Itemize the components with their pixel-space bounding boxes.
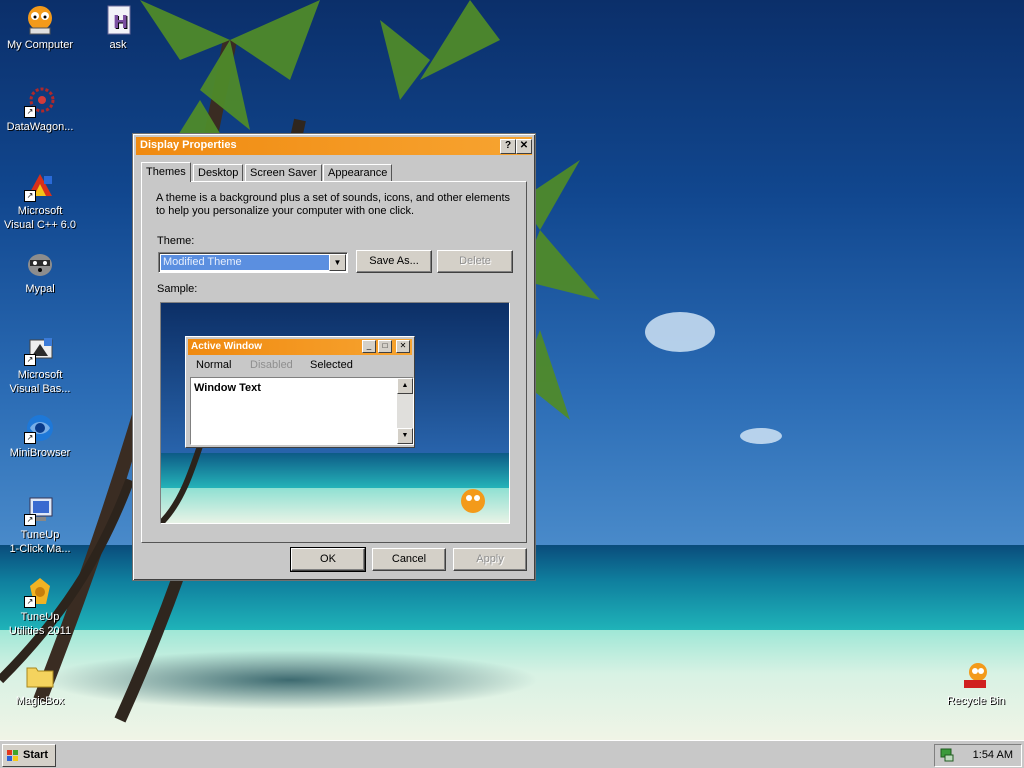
desktop-icon-my-computer[interactable]: My Computer	[0, 4, 80, 52]
desktop-icon-minibrowser[interactable]: ↗ MiniBrowser	[0, 412, 80, 460]
raccoon-icon	[24, 248, 56, 280]
desktop-icon-visual-basic[interactable]: ↗ Microsoft Visual Bas...	[0, 334, 80, 396]
desktop-icon-label: DataWagon...	[6, 121, 74, 133]
theme-select-value: Modified Theme	[161, 255, 331, 270]
visual-cpp-icon: ↗	[24, 170, 56, 202]
network-icon[interactable]	[939, 747, 955, 763]
datawagon-icon: ↗	[24, 86, 56, 118]
cancel-button[interactable]: Cancel	[372, 548, 446, 571]
help-button[interactable]: ?	[500, 139, 516, 154]
desktop-icon-mypal[interactable]: Mypal	[0, 248, 80, 296]
theme-select[interactable]: Modified Theme ▼	[158, 252, 348, 273]
close-icon: ✕	[396, 340, 410, 353]
theme-sample-preview: Active Window _ □ ✕ Normal Disabled Sele…	[160, 302, 510, 524]
tab-screen-saver[interactable]: Screen Saver	[245, 164, 322, 181]
display-properties-window: Display Properties ? ✕ Themes Desktop Sc…	[132, 133, 536, 581]
shortcut-arrow-icon: ↗	[24, 432, 36, 444]
desktop-icon-ask[interactable]: H ask	[78, 4, 158, 52]
sample-menu-disabled: Disabled	[250, 359, 293, 371]
windows-flag-icon	[7, 750, 18, 761]
shortcut-arrow-icon: ↗	[24, 514, 36, 526]
delete-button[interactable]: Delete	[437, 250, 513, 273]
taskbar: Start 1:54 AM	[0, 740, 1024, 768]
start-button[interactable]: Start	[2, 744, 56, 767]
theme-label: Theme:	[157, 235, 195, 247]
desktop-icon-datawagon[interactable]: ↗ DataWagon...	[0, 86, 80, 134]
tuneup-monitor-icon: ↗	[24, 494, 56, 526]
minimize-icon: _	[362, 340, 376, 353]
tab-themes[interactable]: Themes	[141, 162, 191, 182]
h-document-icon: H	[102, 4, 134, 36]
tuneup-utilities-icon: ↗	[24, 576, 56, 608]
start-label: Start	[23, 749, 49, 761]
scroll-up-icon: ▲	[397, 378, 413, 394]
chevron-down-icon[interactable]: ▼	[329, 254, 346, 271]
sample-active-window: Active Window _ □ ✕ Normal Disabled Sele…	[185, 336, 415, 448]
window-titlebar[interactable]: Display Properties ? ✕	[136, 137, 532, 155]
globe-icon: ↗	[24, 412, 56, 444]
desktop-icon-label: Microsoft Visual Bas...	[9, 369, 71, 395]
system-tray: 1:54 AM	[934, 744, 1022, 767]
garfield-computer-icon	[24, 4, 56, 36]
clock[interactable]: 1:54 AM	[973, 749, 1013, 761]
shortcut-arrow-icon: ↗	[24, 596, 36, 608]
desktop-icon-tuneup-utilities[interactable]: ↗ TuneUp Utilities 2011	[0, 576, 80, 638]
shortcut-arrow-icon: ↗	[24, 106, 36, 118]
sample-window-text-area: Window Text ▲ ▼	[190, 377, 414, 445]
desktop-icon-label: TuneUp Utilities 2011	[8, 611, 72, 637]
shortcut-arrow-icon: ↗	[24, 354, 36, 366]
garfield-recycle-icon	[960, 660, 992, 692]
shortcut-arrow-icon: ↗	[24, 190, 36, 202]
scroll-down-icon: ▼	[397, 428, 413, 444]
sample-window-text: Window Text	[194, 382, 261, 394]
apply-button[interactable]: Apply	[453, 548, 527, 571]
desktop-icon-label: TuneUp 1-Click Ma...	[9, 529, 71, 555]
sample-menu-selected: Selected	[310, 359, 353, 371]
maximize-icon: □	[378, 340, 392, 353]
desktop-icon-visual-cpp[interactable]: ↗ Microsoft Visual C++ 6.0	[0, 170, 80, 232]
desktop-icon-label: Mypal	[25, 283, 55, 295]
desktop-icon-recycle-bin[interactable]: Recycle Bin	[936, 660, 1016, 708]
save-as-button[interactable]: Save As...	[356, 250, 432, 273]
window-title: Display Properties	[140, 139, 237, 151]
close-button[interactable]: ✕	[516, 139, 532, 154]
desktop-icon-tuneup-1-click[interactable]: ↗ TuneUp 1-Click Ma...	[0, 494, 80, 556]
sample-menu-normal: Normal	[196, 359, 232, 371]
ok-button[interactable]: OK	[290, 547, 366, 572]
desktop-icon-label: ask	[109, 39, 127, 51]
visual-basic-icon: ↗	[24, 334, 56, 366]
desktop-icon-label: MiniBrowser	[9, 447, 71, 459]
desktop-icon-label: Recycle Bin	[946, 695, 1006, 707]
folder-icon	[24, 660, 56, 692]
desktop-icon-label: My Computer	[6, 39, 74, 51]
sample-scrollbar: ▲ ▼	[397, 378, 413, 444]
themes-panel: A theme is a background plus a set of so…	[141, 181, 527, 543]
desktop-icon-magicbox[interactable]: MagicBox	[0, 660, 80, 708]
sample-label: Sample:	[157, 283, 198, 295]
themes-description: A theme is a background plus a set of so…	[156, 192, 511, 217]
desktop-icon-label: Microsoft Visual C++ 6.0	[4, 205, 76, 231]
svg-text:H: H	[113, 12, 128, 33]
tab-desktop[interactable]: Desktop	[193, 164, 244, 181]
desktop-icon-label: MagicBox	[15, 695, 65, 707]
tab-appearance[interactable]: Appearance	[323, 164, 393, 181]
